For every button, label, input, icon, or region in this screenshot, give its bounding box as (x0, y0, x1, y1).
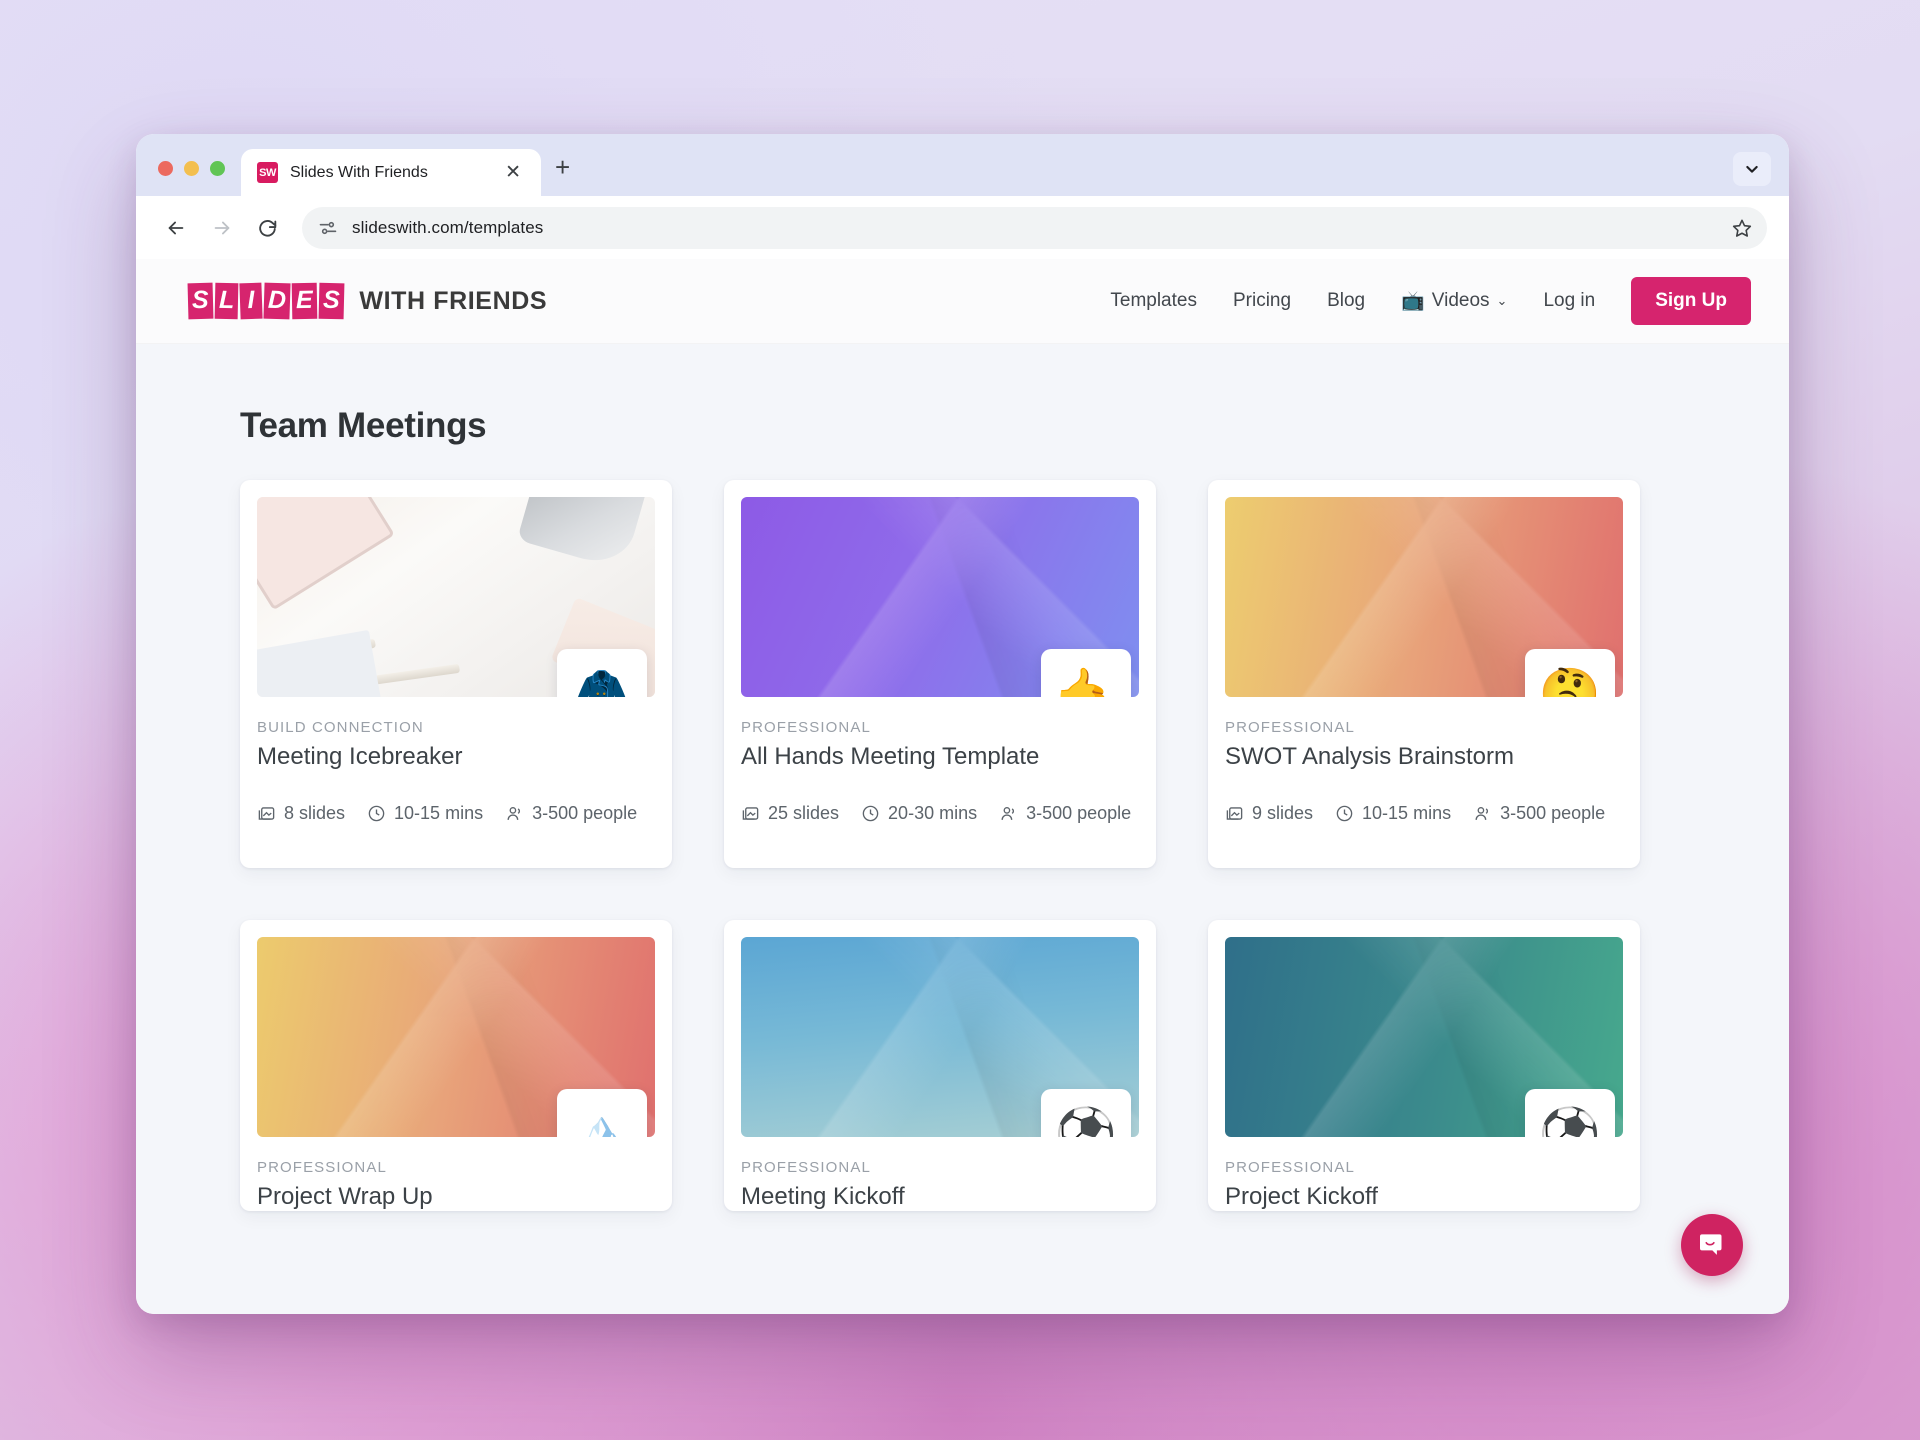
card-stat-people: 3-500 people (999, 803, 1131, 824)
card-stat-slides: 9 slides (1225, 803, 1313, 824)
nav-item-videos[interactable]: 📺 Videos ⌄ (1401, 289, 1507, 313)
nav-item-templates[interactable]: Templates (1110, 290, 1197, 312)
logo-letter: E (291, 282, 318, 320)
card-title: Meeting Icebreaker (257, 743, 463, 770)
people-icon (507, 806, 521, 820)
logo-slides-letters: S L I D E S (187, 282, 344, 320)
card-thumbnail: 🤔 (1225, 497, 1623, 697)
card-stat-duration: 10-15 mins (367, 803, 483, 824)
card-category: PROFESSIONAL (257, 1159, 387, 1176)
card-stat-slides: 25 slides (741, 803, 839, 824)
card-stats: 8 slides 10-15 mins 3-500 people (257, 803, 637, 824)
card-stat-people: 3-500 people (1473, 803, 1605, 824)
card-title: All Hands Meeting Template (741, 743, 1040, 770)
chat-bubble-icon (1700, 1234, 1722, 1255)
desktop-background: SW Slides With Friends ✕ + slideswith.co… (0, 0, 1920, 1440)
chevron-down-icon: ⌄ (1496, 293, 1508, 308)
bookmark-star-icon[interactable] (1725, 211, 1759, 245)
card-category: PROFESSIONAL (1225, 719, 1355, 736)
site-settings-icon (319, 221, 337, 234)
card-title: Meeting Kickoff (741, 1183, 905, 1210)
card-emoji-badge: 🏔️ (557, 1089, 647, 1137)
back-button[interactable] (156, 208, 196, 248)
logo-letter: S (318, 282, 344, 320)
card-stats: 9 slides 10-15 mins 3-500 people (1225, 803, 1605, 824)
browser-tab[interactable]: SW Slides With Friends ✕ (241, 149, 541, 196)
page-title: Team Meetings (240, 406, 487, 445)
template-card[interactable]: ⚽ PROFESSIONAL Project Kickoff (1208, 920, 1640, 1211)
card-emoji-badge: 🤙 (1041, 649, 1131, 697)
card-stat-people: 3-500 people (505, 803, 637, 824)
close-tab-icon[interactable]: ✕ (499, 161, 527, 184)
browser-toolbar: slideswith.com/templates (136, 196, 1789, 259)
card-emoji-badge: 🤔 (1525, 649, 1615, 697)
card-stat-duration: 20-30 mins (861, 803, 977, 824)
browser-tab-strip: SW Slides With Friends ✕ + (136, 134, 1789, 196)
logo-letter: D (263, 282, 291, 320)
browser-window: SW Slides With Friends ✕ + slideswith.co… (136, 134, 1789, 1314)
card-category: PROFESSIONAL (741, 719, 871, 736)
slides-icon (1226, 807, 1243, 820)
close-window-button[interactable] (158, 161, 173, 176)
clock-icon (862, 805, 879, 822)
card-thumbnail: ⚽ (1225, 937, 1623, 1137)
maximize-window-button[interactable] (210, 161, 225, 176)
card-title: Project Kickoff (1225, 1183, 1378, 1210)
tab-title: Slides With Friends (290, 163, 428, 181)
card-emoji-badge: ⚽ (1041, 1089, 1131, 1137)
signup-button[interactable]: Sign Up (1631, 277, 1751, 325)
page-viewport: S L I D E S WITH FRIENDS Templates Prici… (136, 259, 1789, 1314)
logo-letter: S (187, 282, 214, 320)
template-card[interactable]: 🤔 PROFESSIONAL SWOT Analysis Brainstorm … (1208, 480, 1640, 868)
card-title: SWOT Analysis Brainstorm (1225, 743, 1514, 770)
template-card-grid: 🧥 BUILD CONNECTION Meeting Icebreaker 8 … (136, 480, 1789, 1211)
people-icon (1001, 806, 1015, 820)
card-thumbnail: 🧥 (257, 497, 655, 697)
url-text: slideswith.com/templates (352, 217, 544, 237)
clock-icon (1336, 805, 1353, 822)
logo-letter: I (239, 282, 263, 320)
site-logo[interactable]: S L I D E S WITH FRIENDS (187, 282, 548, 320)
reload-button[interactable] (248, 208, 288, 248)
new-tab-button[interactable]: + (541, 154, 584, 196)
tab-list-chevron-down-icon[interactable] (1733, 152, 1771, 186)
tv-icon: 📺 (1401, 291, 1425, 312)
site-header: S L I D E S WITH FRIENDS Templates Prici… (136, 259, 1789, 344)
intercom-chat-button[interactable] (1681, 1214, 1743, 1276)
favicon-icon: SW (257, 162, 278, 183)
nav-item-blog[interactable]: Blog (1327, 290, 1365, 312)
template-card[interactable]: 🧥 BUILD CONNECTION Meeting Icebreaker 8 … (240, 480, 672, 868)
card-category: PROFESSIONAL (741, 1159, 871, 1176)
minimize-window-button[interactable] (184, 161, 199, 176)
template-card[interactable]: ⚽ PROFESSIONAL Meeting Kickoff (724, 920, 1156, 1211)
card-thumbnail: ⚽ (741, 937, 1139, 1137)
card-category: BUILD CONNECTION (257, 719, 424, 736)
address-bar[interactable]: slideswith.com/templates (302, 206, 1767, 249)
clock-icon (368, 805, 385, 822)
card-emoji-badge: ⚽ (1525, 1089, 1615, 1137)
slides-icon (742, 807, 759, 820)
page-content: Team Meetings 🧥 BUILD CONNECTION Meeting… (136, 344, 1789, 1211)
nav-item-videos-label: Videos (1431, 290, 1490, 311)
card-emoji-badge: 🧥 (557, 649, 647, 697)
logo-letter: L (214, 282, 239, 320)
logo-wordmark: WITH FRIENDS (359, 286, 548, 315)
template-card[interactable]: 🤙 PROFESSIONAL All Hands Meeting Templat… (724, 480, 1156, 868)
window-traffic-lights (154, 161, 241, 196)
nav-item-login[interactable]: Log in (1543, 290, 1595, 312)
slides-icon (258, 807, 275, 820)
card-thumbnail: 🤙 (741, 497, 1139, 697)
nav-item-pricing[interactable]: Pricing (1233, 290, 1291, 312)
main-navigation: Templates Pricing Blog 📺 Videos ⌄ Log in… (1110, 277, 1751, 325)
card-stat-duration: 10-15 mins (1335, 803, 1451, 824)
card-title: Project Wrap Up (257, 1183, 433, 1210)
card-thumbnail: 🏔️ (257, 937, 655, 1137)
card-stat-slides: 8 slides (257, 803, 345, 824)
card-stats: 25 slides 20-30 mins 3-500 people (741, 803, 1131, 824)
people-icon (1475, 806, 1489, 820)
forward-button[interactable] (202, 208, 242, 248)
template-card[interactable]: 🏔️ PROFESSIONAL Project Wrap Up (240, 920, 672, 1211)
card-category: PROFESSIONAL (1225, 1159, 1355, 1176)
